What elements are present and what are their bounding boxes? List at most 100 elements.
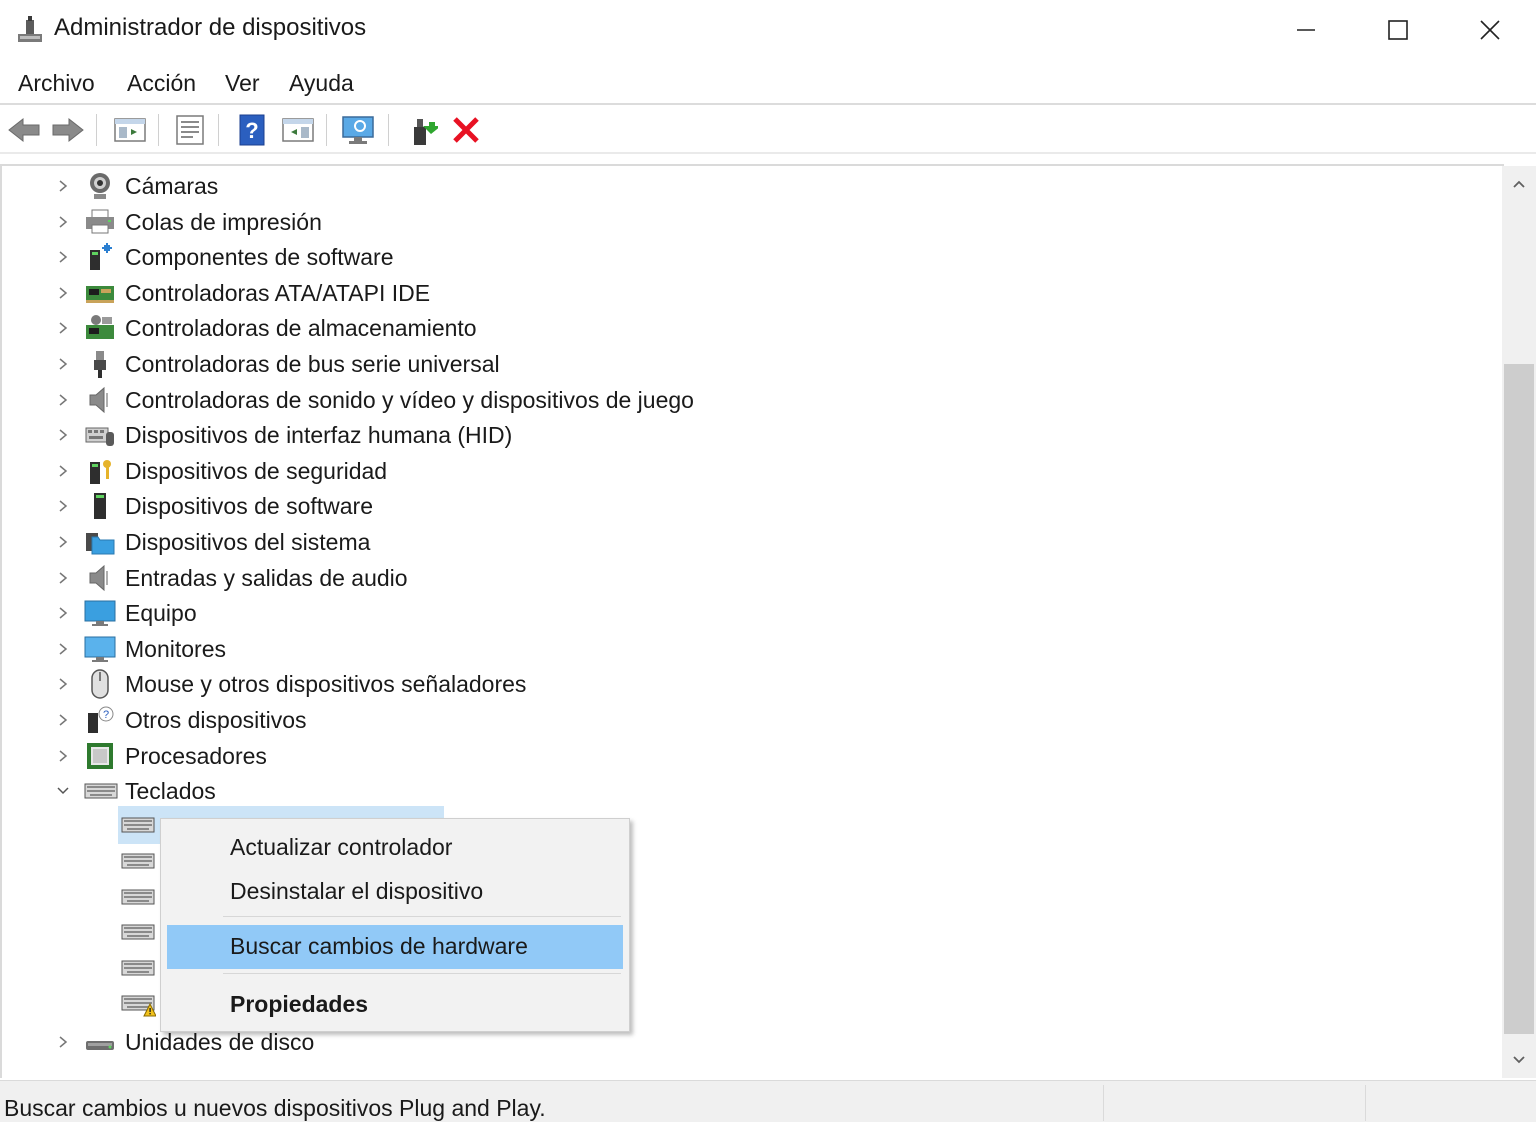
chevron-right-icon[interactable]	[54, 710, 72, 730]
ctx-item-label: Propiedades	[230, 991, 369, 1017]
chevron-right-icon[interactable]	[54, 318, 72, 338]
properties-button[interactable]	[172, 112, 208, 148]
tree-category[interactable]: Controladoras de almacenamiento	[2, 310, 1502, 346]
status-divider	[1365, 1085, 1366, 1121]
scroll-down-button[interactable]	[1502, 1042, 1536, 1078]
close-button[interactable]	[1444, 0, 1536, 60]
tree-category-label: Entradas y salidas de audio	[125, 564, 408, 591]
keyboard-device-row[interactable]	[2, 882, 162, 918]
toolbar-separator	[388, 114, 389, 146]
window-title: Administrador de dispositivos	[54, 14, 367, 41]
maximize-icon	[1388, 20, 1408, 40]
vertical-scrollbar[interactable]	[1502, 166, 1536, 1078]
keyboard-device-row[interactable]	[2, 917, 162, 953]
chevron-right-icon[interactable]	[54, 176, 72, 196]
keyboard-device-row[interactable]	[2, 810, 162, 846]
ctx-properties[interactable]: Propiedades	[167, 983, 623, 1027]
menu-ayuda[interactable]: Ayuda	[289, 70, 354, 97]
chevron-right-icon[interactable]	[54, 354, 72, 374]
scroll-up-button[interactable]	[1502, 166, 1536, 202]
tree-category-label: Equipo	[125, 600, 197, 627]
menu-ver[interactable]: Ver	[225, 70, 260, 97]
tree-category[interactable]: Dispositivos de interfaz humana (HID)	[2, 417, 1502, 453]
device-manager-icon	[16, 14, 44, 44]
chevron-right-icon[interactable]	[54, 496, 72, 516]
maximize-button[interactable]	[1352, 0, 1444, 60]
tree-category[interactable]: Colas de impresión	[2, 204, 1502, 240]
chevron-right-icon[interactable]	[54, 461, 72, 481]
status-divider	[1103, 1085, 1104, 1121]
chevron-right-icon[interactable]	[54, 568, 72, 588]
forward-icon	[52, 117, 84, 143]
chevron-right-icon[interactable]	[54, 247, 72, 267]
tree-category[interactable]: Procesadores	[2, 738, 1502, 774]
tree-category-label: Mouse y otros dispositivos señaladores	[125, 671, 527, 698]
help-button[interactable]: ?	[234, 112, 270, 148]
tree-category[interactable]: Entradas y salidas de audio	[2, 560, 1502, 596]
tree-category[interactable]: Controladoras de bus serie universal	[2, 346, 1502, 382]
ctx-scan-hardware[interactable]: Buscar cambios de hardware	[167, 925, 623, 969]
svg-text:?: ?	[245, 118, 258, 143]
minimize-button[interactable]	[1260, 0, 1352, 60]
tree-category-label: Controladoras de bus serie universal	[125, 351, 500, 377]
menu-archivo[interactable]: Archivo	[18, 70, 95, 97]
toolbar: ?	[0, 106, 1536, 152]
tree-category[interactable]: Monitores	[2, 631, 1502, 667]
ctx-separator	[223, 973, 621, 974]
keyboard-icon	[120, 919, 156, 947]
chevron-down-icon	[1513, 1056, 1525, 1064]
chevron-down-icon[interactable]	[54, 781, 72, 801]
tree-category-label: Unidades de disco	[125, 1029, 315, 1055]
keyboard-device-row[interactable]	[2, 953, 162, 989]
chevron-right-icon[interactable]	[54, 639, 72, 659]
tree-category[interactable]: Dispositivos de software	[2, 488, 1502, 524]
scroll-thumb[interactable]	[1504, 364, 1534, 1034]
view-button[interactable]	[280, 112, 316, 148]
scan-hardware-button[interactable]	[340, 112, 376, 148]
tree-category-label: Teclados	[125, 778, 216, 805]
chevron-right-icon[interactable]	[54, 283, 72, 303]
ctx-update-driver[interactable]: Actualizar controlador	[167, 826, 623, 870]
keyboard-device-row[interactable]	[2, 846, 162, 882]
tree-category[interactable]: Dispositivos del sistema	[2, 524, 1502, 560]
ctx-uninstall-device[interactable]: Desinstalar el dispositivo	[167, 870, 623, 914]
tree-category[interactable]: Equipo	[2, 595, 1502, 631]
tree-category[interactable]: Controladoras ATA/ATAPI IDE	[2, 275, 1502, 311]
chevron-right-icon[interactable]	[54, 603, 72, 623]
keyboard-device-row[interactable]	[2, 988, 162, 1024]
update-driver-button[interactable]	[404, 112, 440, 148]
chevron-right-icon[interactable]	[54, 212, 72, 232]
security-device-icon	[84, 456, 116, 486]
tree-category[interactable]: ? Otros dispositivos	[2, 702, 1502, 738]
tree-category[interactable]: Cámaras	[2, 168, 1502, 204]
toolbar-separator	[326, 114, 327, 146]
toolbar-separator	[96, 114, 97, 146]
tree-category-label: Dispositivos de interfaz humana (HID)	[125, 422, 513, 449]
chevron-right-icon[interactable]	[54, 1032, 72, 1052]
show-hide-tree-button[interactable]	[112, 112, 148, 148]
chevron-right-icon[interactable]	[54, 425, 72, 445]
chevron-right-icon[interactable]	[54, 390, 72, 410]
keyboard-icon	[84, 776, 118, 806]
tree-category-label: Controladoras de sonido y vídeo y dispos…	[125, 386, 694, 413]
chevron-right-icon[interactable]	[54, 532, 72, 552]
hid-icon	[84, 420, 116, 450]
tree-category[interactable]: Componentes de software	[2, 239, 1502, 275]
usb-icon	[84, 349, 116, 379]
tree-category[interactable]: Controladoras de sonido y vídeo y dispos…	[2, 382, 1502, 418]
uninstall-button[interactable]	[448, 112, 484, 148]
ide-controller-icon	[84, 278, 116, 308]
tree-category[interactable]: Teclados	[2, 773, 1502, 809]
menu-accion[interactable]: Acción	[127, 70, 196, 97]
tree-category-label: Componentes de software	[125, 244, 394, 271]
printer-icon	[84, 207, 116, 237]
unknown-device-icon: ?	[84, 705, 116, 735]
ctx-item-label: Buscar cambios de hardware	[230, 933, 528, 959]
chevron-right-icon[interactable]	[54, 674, 72, 694]
system-folder-icon	[84, 527, 116, 557]
tree-category[interactable]: Dispositivos de seguridad	[2, 453, 1502, 489]
back-button[interactable]	[6, 112, 42, 148]
chevron-right-icon[interactable]	[54, 746, 72, 766]
tree-category[interactable]: Mouse y otros dispositivos señaladores	[2, 666, 1502, 702]
forward-button[interactable]	[50, 112, 86, 148]
